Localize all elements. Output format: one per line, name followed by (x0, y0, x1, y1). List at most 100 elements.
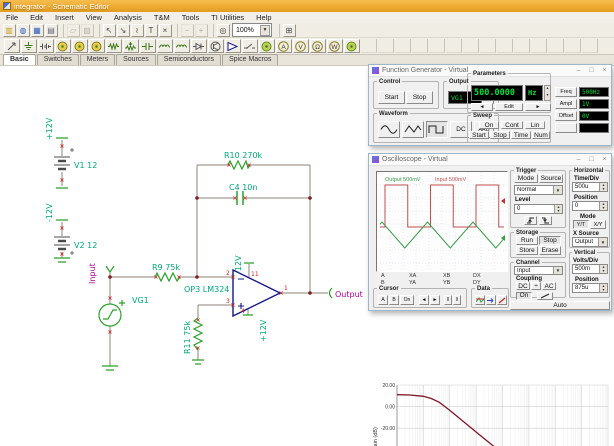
battery-icon[interactable] (38, 39, 54, 53)
spin-down-icon[interactable]: ▾ (600, 206, 607, 210)
menu-view[interactable]: View (80, 12, 108, 23)
h-position-spinner[interactable]: 0 ▴▾ (572, 201, 608, 211)
auto-button[interactable]: Auto (510, 301, 610, 310)
wire-tool-button[interactable]: ≀ (131, 24, 144, 37)
opamp-vneg-label[interactable]: -12V (234, 255, 243, 274)
voltage-generator-icon[interactable] (89, 39, 105, 53)
print-button[interactable]: ▤ (45, 24, 58, 37)
switch-icon[interactable] (242, 39, 258, 53)
select-mode-button[interactable]: ↖ (103, 24, 116, 37)
io-view-button[interactable]: ⊞ (283, 24, 296, 37)
fg-sweep-num-button[interactable]: Num (532, 131, 550, 139)
fg-sweep-cont-button[interactable]: Cont (501, 121, 523, 129)
current-source-icon[interactable] (72, 39, 88, 53)
jumper-icon[interactable] (259, 39, 275, 53)
data-copy-button[interactable] (486, 295, 496, 305)
cursor-on-button[interactable]: On (400, 295, 414, 305)
r11-label[interactable]: R11 75k (183, 321, 192, 354)
opamp-vpos-label[interactable]: +12V (259, 319, 268, 342)
capacitor-icon[interactable] (140, 39, 156, 53)
ohmmeter-icon[interactable]: Ω (310, 39, 326, 53)
voltsdiv-spinner[interactable]: 500m ▴▾ (572, 264, 608, 274)
r9-label[interactable]: R9 75k (152, 263, 180, 272)
fg-ampl-button[interactable]: Ampl (555, 99, 577, 109)
minus12-rail-label[interactable]: -12V (45, 203, 54, 222)
fg-triangle-wave-button[interactable] (402, 121, 424, 138)
coupling-ac-button[interactable]: AC (542, 282, 556, 290)
xsource-select[interactable]: Output ▼ (572, 237, 608, 247)
v2-label[interactable]: V2 12 (74, 241, 97, 250)
trigger-level-spinner[interactable]: 0 ▴▾ (514, 204, 563, 214)
trigger-falling-edge-button[interactable] (539, 216, 552, 225)
menu-file[interactable]: File (0, 12, 24, 23)
fg-prev-digit-button[interactable]: ◄ (471, 103, 493, 111)
output-trace-marker[interactable] (501, 235, 505, 241)
output-net-label[interactable]: Output (335, 290, 363, 299)
trigger-mode-button[interactable]: Mode (514, 174, 538, 183)
fg-edit-button[interactable]: Edit (495, 103, 523, 111)
schematic-canvas[interactable]: V1 12 V2 12 +12V -12V R9 75k R10 270k C4… (0, 66, 614, 446)
diode-icon[interactable] (191, 39, 207, 53)
dropdown-icon[interactable]: ▼ (553, 267, 562, 274)
mode-xy-button[interactable]: X/Y (590, 220, 606, 229)
minimize-icon[interactable]: – (572, 155, 585, 165)
channel-slope-button[interactable] (537, 292, 553, 300)
r9-resistor-symbol[interactable] (155, 273, 180, 281)
r10-resistor-symbol[interactable] (228, 161, 250, 169)
tab-meters[interactable]: Meters (80, 54, 115, 65)
fg-sweep-start-button[interactable]: Start (469, 131, 489, 139)
c4-capacitor-symbol[interactable] (237, 191, 243, 205)
maximize-icon[interactable]: □ (585, 66, 598, 76)
ground-icon[interactable] (21, 39, 37, 53)
spin-down-icon[interactable]: ▾ (600, 187, 607, 191)
inductor-icon[interactable] (157, 39, 173, 53)
spin-down-icon[interactable]: ▾ (555, 209, 562, 213)
channel-select[interactable]: Input ▼ (514, 266, 563, 275)
trigger-rising-edge-button[interactable] (524, 216, 537, 225)
tab-semiconductors[interactable]: Semiconductors (157, 54, 221, 65)
mode-yt-button[interactable]: Y/T (573, 220, 589, 229)
dropdown-icon[interactable]: ▼ (598, 238, 607, 246)
app-titlebar[interactable]: integrator - Schematic Editor (0, 0, 614, 12)
storage-run-button[interactable]: Run (516, 236, 538, 245)
menu-insert[interactable]: Insert (49, 12, 80, 23)
point-mode-button[interactable]: ↘ (117, 24, 130, 37)
v-position-spinner[interactable]: 875u ▴▾ (572, 283, 608, 293)
zoom-select[interactable]: 100%▼ (232, 23, 272, 37)
scope-titlebar[interactable]: Oscilloscope - Virtual – □ × (369, 154, 611, 166)
save-button[interactable]: ▦ (31, 24, 44, 37)
fg-sweep-stop-button[interactable]: Stop (490, 131, 510, 139)
storage-stop-button[interactable]: Stop (539, 236, 561, 245)
menu-tm[interactable]: T&M (148, 12, 176, 23)
oscilloscope-window[interactable]: Oscilloscope - Virtual – □ × Output 500m… (368, 153, 612, 311)
spin-down-icon[interactable]: ▾ (600, 288, 607, 292)
cursor-b-button[interactable]: B (389, 295, 399, 305)
function-generator-window[interactable]: Function Generator - Virtual – □ × Contr… (368, 64, 612, 146)
channel-on-button[interactable]: On (516, 292, 532, 300)
cursor-lock-b-button[interactable]: ‖ (453, 295, 461, 305)
vg1-label[interactable]: VG1 (132, 296, 149, 305)
open-file-button[interactable]: ▥ (3, 24, 16, 37)
transformer-icon[interactable] (174, 39, 190, 53)
delete-button[interactable]: × (159, 24, 172, 37)
fg-sweep-lin-button[interactable]: Lin (525, 121, 545, 129)
data-clear-button[interactable] (497, 295, 507, 305)
menu-analysis[interactable]: Analysis (108, 12, 148, 23)
fg-sine-wave-button[interactable] (378, 121, 400, 138)
fg-stop-button[interactable]: Stop (406, 91, 433, 104)
minimize-icon[interactable]: – (572, 66, 585, 76)
menu-help[interactable]: Help (250, 12, 277, 23)
fg-blank-button[interactable] (555, 123, 577, 133)
spin-down-icon[interactable]: ▾ (545, 93, 550, 100)
cursor-a-button[interactable]: A (378, 295, 388, 305)
cursor-right-button[interactable]: ► (430, 295, 440, 305)
magnifier-button[interactable]: ◎ (217, 24, 230, 37)
dropdown-icon[interactable]: ▼ (553, 186, 562, 194)
storage-store-button[interactable]: Store (516, 246, 538, 255)
r10-label[interactable]: R10 270k (224, 151, 263, 160)
menu-edit[interactable]: Edit (24, 12, 49, 23)
text-tool-button[interactable]: T (145, 24, 158, 37)
opamp-label[interactable]: OP3 LM324 (184, 285, 229, 294)
voltage-source-icon[interactable] (55, 39, 71, 53)
ammeter-icon[interactable]: A (276, 39, 292, 53)
